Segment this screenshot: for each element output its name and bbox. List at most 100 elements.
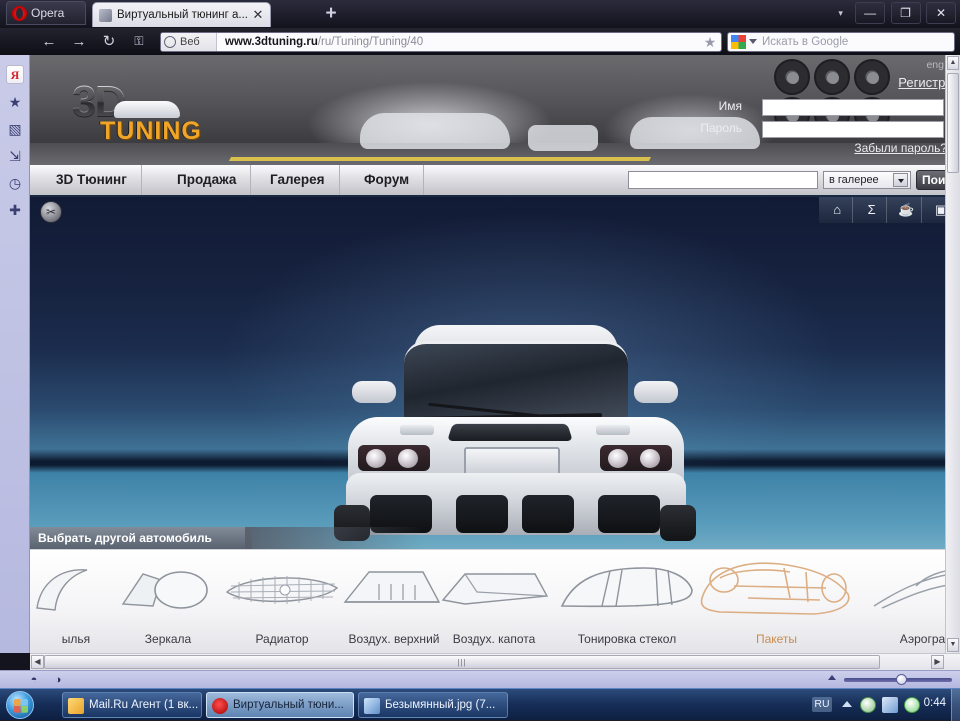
google-icon [731, 35, 746, 49]
address-bar[interactable]: Веб www.3dtuning.ru/ru/Tuning/Tuning/40 [160, 32, 722, 52]
taskbar-item-opera[interactable]: Виртуальный тюни... [206, 692, 354, 718]
right-headlight [600, 445, 672, 471]
nav-item-3d-tuning[interactable]: 3D Тюнинг [42, 165, 142, 195]
opera-browser-window: Opera Виртуальный тюнинг а... ✕ + ▾ — ❐ … [0, 0, 960, 688]
reload-icon[interactable]: ↻ [98, 31, 120, 52]
site-header: 3D TUNING eng Регистрац Имя Пароль Забыл… [30, 55, 960, 165]
nav-item-sale[interactable]: Продажа [163, 165, 251, 195]
window-tint-icon [552, 558, 702, 620]
hood-slat-left [400, 425, 434, 435]
yandex-panel-icon[interactable]: Я [6, 65, 24, 84]
forgot-password-link[interactable]: Забыли пароль? [854, 141, 947, 155]
web-badge-label: Веб [180, 36, 200, 48]
choose-car-button[interactable]: Выбрать другой автомобиль [30, 527, 252, 549]
nav-item-forum[interactable]: Форум [350, 165, 424, 195]
clock[interactable]: 0:44 [924, 697, 946, 709]
google-search-placeholder: Искать в Google [762, 33, 848, 52]
taskbar-item-image-viewer[interactable]: Безымянный.jpg (7... [358, 692, 508, 718]
hood-slat-right [596, 425, 630, 435]
left-mirror [352, 381, 396, 403]
tab-title: Виртуальный тюнинг а... [117, 9, 248, 21]
spray-icon[interactable]: ☕ [892, 197, 922, 223]
part-item-window-tint[interactable]: Тонировка стекол [552, 558, 702, 650]
horizontal-scroll-thumb[interactable] [44, 655, 880, 669]
images-toggle-icon[interactable]: ◑ [50, 673, 66, 687]
login-password-row: Пароль [662, 121, 932, 139]
close-icon[interactable]: ✕ [251, 7, 265, 23]
lamp-3 [608, 449, 628, 468]
bookmark-star-icon[interactable]: ★ [700, 32, 720, 52]
google-search-field[interactable]: Искать в Google [727, 32, 955, 52]
nav-item-gallery[interactable]: Галерея [256, 165, 340, 195]
notes-panel-icon[interactable]: ▧ [5, 119, 25, 139]
scroll-right-icon[interactable]: ▶ [931, 655, 944, 669]
radiator-grille-icon [223, 558, 341, 620]
taskbar-item-mail-agent[interactable]: Mail.Ru Агент (1 вк... [62, 692, 202, 718]
right-mirror [634, 381, 678, 403]
language-indicator[interactable]: RU [812, 697, 832, 712]
tools-icon[interactable]: ✂ [40, 201, 62, 223]
show-desktop-button[interactable] [951, 689, 960, 721]
close-window-button[interactable]: ✕ [926, 2, 956, 24]
globe-icon [164, 36, 176, 48]
site-search-scope-select[interactable]: в галерее [823, 171, 911, 189]
login-name-label: Имя [672, 99, 742, 113]
part-item-body-kits[interactable]: Пакеты [694, 558, 859, 650]
scroll-down-icon[interactable]: ▼ [947, 638, 959, 652]
zoom-caret-icon[interactable] [828, 675, 836, 680]
restore-button[interactable]: ❐ [891, 2, 921, 24]
address-domain: www.3dtuning.ru [225, 36, 318, 48]
login-name-input[interactable] [762, 99, 944, 116]
address-path: /ru/Tuning/Tuning/40 [318, 36, 423, 48]
antivirus-tray-icon[interactable] [904, 697, 920, 713]
page-vertical-scrollbar[interactable]: ▲ ▼ [945, 55, 960, 653]
minimize-button[interactable]: — [855, 2, 885, 24]
site-search-input[interactable] [628, 171, 818, 189]
header-car-3 [528, 125, 598, 151]
messenger-tray-icon[interactable] [860, 697, 876, 713]
part-item-hood-scoop[interactable]: Воздух. капота [432, 558, 556, 650]
network-tray-icon[interactable] [882, 697, 898, 713]
zoom-slider[interactable] [844, 678, 952, 682]
chevron-down-icon[interactable]: ▾ [832, 2, 850, 24]
browser-tab[interactable]: Виртуальный тюнинг а... ✕ [92, 2, 271, 27]
chevron-down-icon[interactable] [749, 39, 757, 44]
opera-side-panel: Я ★ ▧ ⇲ ◷ ✚ [0, 55, 30, 653]
windows-taskbar: Mail.Ru Агент (1 вк... Виртуальный тюни.… [0, 688, 960, 720]
parts-shelf: ылья Зеркала [30, 549, 960, 653]
new-tab-button[interactable]: + [320, 5, 342, 25]
page-horizontal-scrollbar[interactable]: ◀ ▶ [30, 653, 960, 670]
opera-turbo-icon[interactable]: ◓ [26, 673, 42, 687]
add-panel-icon[interactable]: ✚ [5, 200, 25, 220]
start-button[interactable] [6, 691, 34, 719]
bookmarks-panel-icon[interactable]: ★ [5, 92, 25, 112]
chevron-down-icon[interactable] [893, 173, 908, 187]
show-hidden-icons-icon[interactable] [842, 701, 852, 707]
history-panel-icon[interactable]: ◷ [5, 173, 25, 193]
scroll-up-icon[interactable]: ▲ [947, 56, 959, 70]
vertical-scroll-thumb[interactable] [947, 73, 959, 173]
window-titlebar: Opera Виртуальный тюнинг а... ✕ + ▾ — ❐ … [0, 0, 960, 28]
taskbar-item-label: Безымянный.jpg (7... [385, 699, 495, 711]
address-text: www.3dtuning.ru/ru/Tuning/Tuning/40 [225, 33, 423, 51]
login-password-input[interactable] [762, 121, 944, 138]
back-icon[interactable]: ← [38, 31, 60, 52]
zoom-slider-knob[interactable] [896, 674, 907, 685]
header-car-1 [360, 113, 510, 149]
forward-icon[interactable]: → [68, 31, 90, 52]
address-toolbar: ← → ↻ ⚿ Веб www.3dtuning.ru/ru/Tuning/Tu… [0, 28, 960, 55]
part-item-mirrors[interactable]: Зеркала [106, 558, 230, 650]
floor-line [229, 157, 651, 161]
downloads-panel-icon[interactable]: ⇲ [5, 146, 25, 166]
wand-icon[interactable]: ⚿ [128, 31, 150, 52]
tab-strip: Виртуальный тюнинг а... ✕ [92, 2, 271, 28]
image-viewer-icon [364, 698, 380, 714]
scroll-left-icon[interactable]: ◀ [31, 655, 44, 669]
sigma-icon[interactable]: Σ [857, 197, 887, 223]
taskbar-item-label: Виртуальный тюни... [233, 699, 344, 711]
part-item-radiator[interactable]: Радиатор [220, 558, 344, 650]
site-logo[interactable]: 3D TUNING [72, 77, 232, 147]
opera-menu-button[interactable]: Opera [6, 1, 86, 25]
language-link-eng[interactable]: eng [926, 59, 944, 71]
home-icon[interactable]: ⌂ [823, 197, 853, 223]
